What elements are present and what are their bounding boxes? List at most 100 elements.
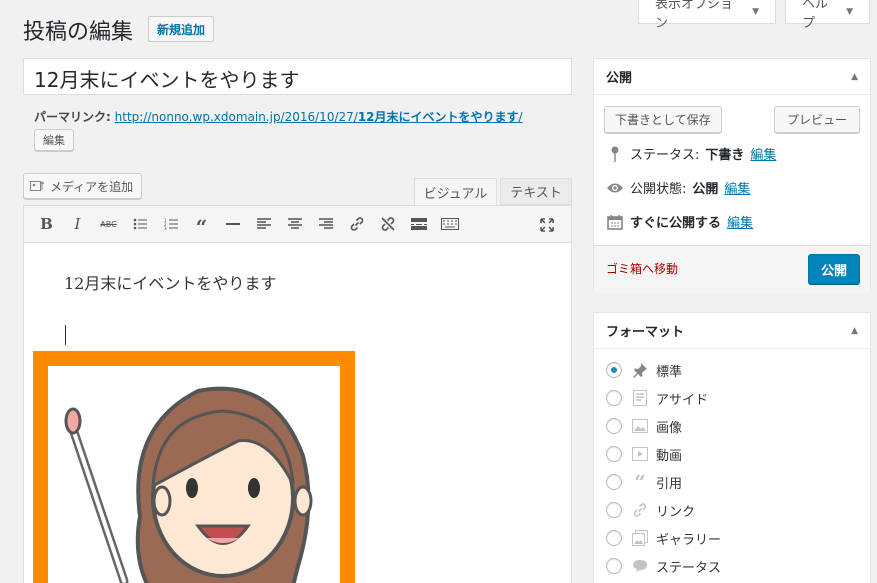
status-label: ステータス: <box>630 148 700 163</box>
collapse-arrow-icon[interactable]: ▲ <box>851 326 858 336</box>
format-option-label: 引用 <box>656 476 683 492</box>
align-left-icon[interactable] <box>248 210 279 238</box>
permalink: パーマリンク: http://nonno.wp.xdomain.jp/2016/… <box>34 108 523 125</box>
image-icon <box>630 419 650 433</box>
move-to-trash-link[interactable]: ゴミ箱へ移動 <box>606 260 678 277</box>
status-icon <box>630 559 650 573</box>
permalink-end: / <box>518 110 523 124</box>
edit-visibility-link[interactable]: 編集 <box>724 178 750 197</box>
visibility-value: 公開 <box>692 182 719 197</box>
add-media-label: メディアを追加 <box>50 179 134 194</box>
format-radio[interactable] <box>606 474 622 490</box>
insert-link-icon[interactable] <box>341 210 372 238</box>
format-option[interactable]: 画像 <box>606 416 682 436</box>
schedule-label: すぐに公開する <box>630 216 722 231</box>
post-status: ステータス: 下書き 編集 <box>606 144 776 163</box>
caret-down-icon: ▼ <box>752 6 759 17</box>
italic-icon[interactable]: I <box>62 210 93 238</box>
text-cursor <box>65 325 66 345</box>
format-radio[interactable] <box>606 446 622 462</box>
preview-button[interactable]: プレビュー <box>773 106 860 133</box>
post-visibility: 公開状態: 公開 編集 <box>606 178 750 197</box>
post-image[interactable] <box>33 351 355 583</box>
format-option-label: ギャラリー <box>656 532 722 548</box>
editor-toolbar: B I ABC 123 “ <box>24 206 571 243</box>
calendar-icon <box>606 214 624 230</box>
quote-icon: “ <box>634 470 646 494</box>
format-option[interactable]: ギャラリー <box>606 528 721 548</box>
format-radio[interactable] <box>606 558 622 574</box>
format-option-label: 画像 <box>656 420 683 436</box>
horizontal-line-icon[interactable] <box>217 210 248 238</box>
video-icon <box>630 447 650 461</box>
publish-box-title: 公開 <box>606 71 633 86</box>
publish-box: 公開 ▲ 下書きとして保存 プレビュー ステータス: 下書き 編集 公開状態: 公… <box>593 58 871 293</box>
format-option[interactable]: リンク <box>606 500 695 520</box>
permalink-slug: 12月末にイベントをやります <box>357 110 519 124</box>
screen-options-tab[interactable]: 表示オプション ▼ <box>638 0 776 31</box>
post-title-input[interactable]: 12月末にイベントをやります <box>23 58 572 95</box>
bulleted-list-icon[interactable] <box>124 210 155 238</box>
collapse-arrow-icon[interactable]: ▲ <box>851 72 858 82</box>
help-tab[interactable]: ヘルプ ▼ <box>785 0 870 31</box>
format-option[interactable]: ステータス <box>606 556 721 576</box>
remove-link-icon[interactable] <box>372 210 403 238</box>
visibility-label: 公開状態: <box>630 182 687 197</box>
caret-down-icon: ▼ <box>846 6 853 17</box>
eye-icon <box>606 182 624 194</box>
format-option-label: リンク <box>656 504 696 520</box>
format-option[interactable]: アサイド <box>606 388 708 408</box>
format-radio[interactable] <box>606 418 622 434</box>
page-title: 投稿の編集 <box>23 20 134 45</box>
gallery-icon <box>630 530 650 546</box>
bold-icon[interactable]: B <box>31 210 62 238</box>
blockquote-icon[interactable]: “ <box>186 210 217 239</box>
format-box-header[interactable]: フォーマット ▲ <box>594 313 870 349</box>
permalink-base: http://nonno.wp.xdomain.jp/2016/10/27/ <box>114 110 358 124</box>
format-option-label: 動画 <box>656 448 683 464</box>
post-editor[interactable]: B I ABC 123 “ 12月末にイベントをやります <box>23 205 572 583</box>
help-label: ヘルプ <box>802 0 829 31</box>
format-radio[interactable] <box>606 530 622 546</box>
format-option-label: ステータス <box>656 560 722 576</box>
pushpin-icon <box>630 362 650 378</box>
format-radio[interactable] <box>606 362 622 378</box>
format-radio[interactable] <box>606 390 622 406</box>
aside-icon <box>630 390 650 406</box>
add-new-button[interactable]: 新規追加 <box>148 16 215 42</box>
align-right-icon[interactable] <box>310 210 341 238</box>
format-radio[interactable] <box>606 502 622 518</box>
format-option[interactable]: 動画 <box>606 444 682 464</box>
format-option-label: アサイド <box>656 392 709 408</box>
post-body-text: 12月末にイベントをやります <box>64 274 277 293</box>
format-option[interactable]: 標準 <box>606 360 682 380</box>
add-media-button[interactable]: メディアを追加 <box>23 173 143 199</box>
strikethrough-icon[interactable]: ABC <box>93 210 124 238</box>
media-icon <box>30 179 46 193</box>
save-draft-button[interactable]: 下書きとして保存 <box>604 106 722 133</box>
link-icon <box>630 502 650 518</box>
fullscreen-icon[interactable] <box>531 211 562 239</box>
edit-schedule-link[interactable]: 編集 <box>727 212 753 231</box>
read-more-icon[interactable] <box>403 210 434 238</box>
format-box: フォーマット ▲ 標準アサイド画像動画 “ 引用リンクギャラリーステータス <box>593 312 871 583</box>
svg-text:3: 3 <box>164 226 167 230</box>
numbered-list-icon[interactable]: 123 <box>155 210 186 238</box>
presenter-illustration <box>48 366 340 583</box>
toolbar-toggle-icon[interactable] <box>434 210 465 238</box>
format-option[interactable]: “ 引用 <box>606 472 682 492</box>
publish-schedule: すぐに公開する 編集 <box>606 212 753 231</box>
screen-options-label: 表示オプション <box>655 0 734 31</box>
permalink-link[interactable]: http://nonno.wp.xdomain.jp/2016/10/27/12… <box>115 110 523 124</box>
edit-slug-button[interactable]: 編集 <box>34 129 74 151</box>
format-option-label: 標準 <box>656 364 683 380</box>
edit-status-link[interactable]: 編集 <box>750 144 776 163</box>
align-center-icon[interactable] <box>279 210 310 238</box>
tab-text[interactable]: テキスト <box>500 178 572 205</box>
permalink-label: パーマリンク: <box>34 110 111 124</box>
status-value: 下書き <box>705 148 745 163</box>
publish-button[interactable]: 公開 <box>807 254 860 284</box>
publish-box-header[interactable]: 公開 ▲ <box>594 59 870 95</box>
major-publishing-actions: ゴミ箱へ移動 公開 <box>594 245 870 293</box>
tab-visual[interactable]: ビジュアル <box>414 178 497 205</box>
